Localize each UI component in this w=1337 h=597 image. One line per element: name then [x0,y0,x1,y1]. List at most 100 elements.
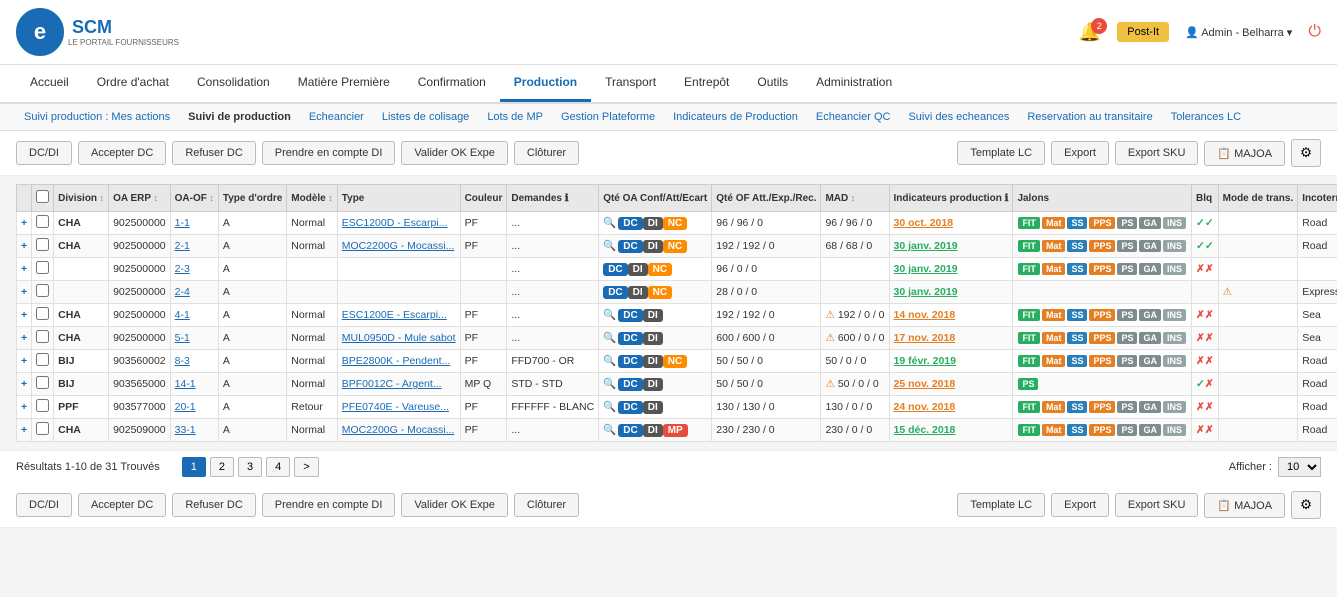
dc-badge[interactable]: DC [618,217,642,230]
accepter-button[interactable]: Accepter DC [78,141,166,165]
mad-cell[interactable]: 14 nov. 2018 [889,304,1013,327]
modele-cell[interactable]: ESC1200E - Escarpi... [337,304,460,327]
majoa-button[interactable]: 📋 MAJOA [1204,493,1285,518]
di-badge[interactable]: DI [643,424,663,437]
oa-of-cell[interactable]: 20-1 [170,396,218,419]
dc-badge[interactable]: DC [618,401,642,414]
row-checkbox[interactable] [36,399,49,412]
subnav-item-indicateurs[interactable]: Indicateurs de Production [665,108,806,126]
search-icon[interactable]: 🔍 [603,401,616,413]
modele-cell[interactable]: BPF0012C - Argent... [337,373,460,396]
mad-date[interactable]: 30 oct. 2018 [894,217,954,229]
oa-of-cell[interactable]: 14-1 [170,373,218,396]
mad-date[interactable]: 30 janv. 2019 [894,263,958,275]
nav-item-transport[interactable]: Transport [591,65,670,102]
search-icon[interactable]: 🔍 [603,217,616,229]
settings-button[interactable]: ⚙ [1291,139,1321,167]
search-icon[interactable]: 🔍 [603,240,616,252]
nc-badge[interactable]: NC [648,263,672,276]
row-checkbox[interactable] [36,238,49,251]
mad-date[interactable]: 15 déc. 2018 [894,424,956,436]
valider-button[interactable]: Valider OK Expe [401,493,508,517]
cloturer-button[interactable]: Clôturer [514,141,579,165]
di-badge[interactable]: DI [643,309,663,322]
row-checkbox[interactable] [36,376,49,389]
row-checkbox[interactable] [36,261,49,274]
row-checkbox[interactable] [36,353,49,366]
modele-cell[interactable]: MOC2200G - Mocassi... [337,235,460,258]
row-checkbox[interactable] [36,215,49,228]
subnav-item-echeancier-qc[interactable]: Echeancier QC [808,108,899,126]
nav-item-outils[interactable]: Outils [743,65,802,102]
dc-badge[interactable]: DC [618,355,642,368]
nav-item-entrepot[interactable]: Entrepôt [670,65,743,102]
subnav-item-echeancier[interactable]: Echeancier [301,108,372,126]
dc-badge[interactable]: DC [603,286,627,299]
nav-item-confirmation[interactable]: Confirmation [404,65,500,102]
modele-cell[interactable]: BPE2800K - Pendent... [337,350,460,373]
export-button[interactable]: Export [1051,493,1109,517]
subnav-item-reservation[interactable]: Reservation au transitaire [1019,108,1160,126]
row-checkbox[interactable] [36,330,49,343]
oa-of-cell[interactable]: 2-3 [170,258,218,281]
nc-badge[interactable]: NC [648,286,672,299]
row-checkbox[interactable] [36,307,49,320]
search-icon[interactable]: 🔍 [603,424,616,436]
page-btn-4[interactable]: 4 [266,457,290,477]
th-oa-erp[interactable]: OA ERP [109,185,171,212]
expand-cell[interactable]: + [17,327,32,350]
dc-badge[interactable]: DC [618,240,642,253]
export_sku-button[interactable]: Export SKU [1115,493,1198,517]
subnav-item-gestion[interactable]: Gestion Plateforme [553,108,663,126]
nav-item-production[interactable]: Production [500,65,591,102]
power-button[interactable]: ⏻ [1308,23,1321,41]
template-button[interactable]: Template LC [957,141,1045,165]
expand-cell[interactable]: + [17,235,32,258]
di-badge[interactable]: DI [628,263,648,276]
modele-cell[interactable]: PFE0740E - Vareuse... [337,396,460,419]
notifications-button[interactable]: 🔔 2 [1079,22,1101,43]
search-icon[interactable]: 🔍 [603,309,616,321]
export_sku-button[interactable]: Export SKU [1115,141,1198,165]
mad-date[interactable]: 30 janv. 2019 [894,240,958,252]
page-btn->[interactable]: > [294,457,318,477]
di-badge[interactable]: DI [643,401,663,414]
majoa-button[interactable]: 📋 MAJOA [1204,141,1285,166]
oa-of-cell[interactable]: 4-1 [170,304,218,327]
di-badge[interactable]: DI [643,240,663,253]
nav-item-ordre[interactable]: Ordre d'achat [83,65,183,102]
di-badge[interactable]: DI [643,217,663,230]
dc-badge[interactable]: DC [618,424,642,437]
mad-cell[interactable]: 19 févr. 2019 [889,350,1013,373]
mad-cell[interactable]: 30 janv. 2019 [889,235,1013,258]
prendre-button[interactable]: Prendre en compte DI [262,141,396,165]
prendre-button[interactable]: Prendre en compte DI [262,493,396,517]
postit-button[interactable]: Post-It [1117,22,1169,42]
subnav-item-tolerances[interactable]: Tolerances LC [1163,108,1249,126]
modele-cell[interactable]: ESC1200D - Escarpi... [337,212,460,235]
modele-cell[interactable] [337,281,460,304]
nav-item-accueil[interactable]: Accueil [16,65,83,102]
settings-button[interactable]: ⚙ [1291,491,1321,519]
mad-cell[interactable]: 15 déc. 2018 [889,419,1013,442]
mad-date[interactable]: 19 févr. 2019 [894,355,956,367]
show-select[interactable]: 10 25 50 [1278,457,1321,477]
th-mad[interactable]: MAD [821,185,889,212]
page-btn-1[interactable]: 1 [182,457,206,477]
oa-of-cell[interactable]: 8-3 [170,350,218,373]
refuser-button[interactable]: Refuser DC [172,141,255,165]
oa-of-cell[interactable]: 2-1 [170,235,218,258]
mp-badge[interactable]: MP [663,424,688,437]
mad-cell[interactable]: 17 nov. 2018 [889,327,1013,350]
cloturer-button[interactable]: Clôturer [514,493,579,517]
oa-of-cell[interactable]: 33-1 [170,419,218,442]
valider-button[interactable]: Valider OK Expe [401,141,508,165]
expand-cell[interactable]: + [17,212,32,235]
dc_di-button[interactable]: DC/DI [16,141,72,165]
mad-cell[interactable]: 25 nov. 2018 [889,373,1013,396]
expand-cell[interactable]: + [17,281,32,304]
dc_di-button[interactable]: DC/DI [16,493,72,517]
accepter-button[interactable]: Accepter DC [78,493,166,517]
page-btn-2[interactable]: 2 [210,457,234,477]
di-badge[interactable]: DI [643,332,663,345]
